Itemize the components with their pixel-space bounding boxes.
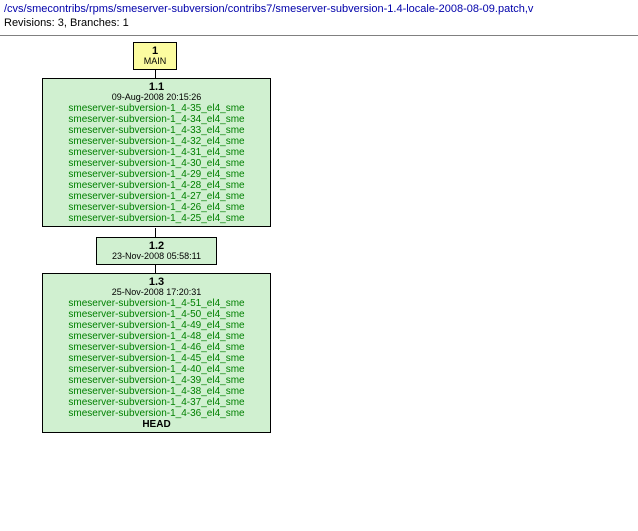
revision-tag: smeserver-subversion-1_4-31_el4_sme: [49, 147, 264, 158]
revision-tag: smeserver-subversion-1_4-40_el4_sme: [49, 364, 264, 375]
revision-summary: Revisions: 3, Branches: 1: [4, 17, 129, 29]
edge: [155, 69, 156, 78]
revision-tag: smeserver-subversion-1_4-49_el4_sme: [49, 320, 264, 331]
revision-tag: smeserver-subversion-1_4-37_el4_sme: [49, 397, 264, 408]
revision-tag: smeserver-subversion-1_4-28_el4_sme: [49, 180, 264, 191]
revision-tag: smeserver-subversion-1_4-34_el4_sme: [49, 114, 264, 125]
revision-tag: smeserver-subversion-1_4-39_el4_sme: [49, 375, 264, 386]
divider: [0, 35, 638, 36]
branch-node-main[interactable]: 1 MAIN: [133, 42, 177, 70]
revision-tag: smeserver-subversion-1_4-30_el4_sme: [49, 158, 264, 169]
branch-number: 1: [140, 45, 170, 57]
revision-tag: smeserver-subversion-1_4-45_el4_sme: [49, 353, 264, 364]
revision-version: 1.3: [49, 276, 264, 288]
revision-tag: smeserver-subversion-1_4-29_el4_sme: [49, 169, 264, 180]
revision-node-1-2[interactable]: 1.2 23-Nov-2008 05:58:11: [96, 237, 217, 265]
revision-date: 23-Nov-2008 05:58:11: [103, 252, 210, 262]
branch-name: MAIN: [140, 57, 170, 67]
revision-node-1-1[interactable]: 1.1 09-Aug-2008 20:15:26 smeserver-subve…: [42, 78, 271, 227]
revision-tag: smeserver-subversion-1_4-33_el4_sme: [49, 125, 264, 136]
revision-tag: smeserver-subversion-1_4-50_el4_sme: [49, 309, 264, 320]
revision-tag: smeserver-subversion-1_4-32_el4_sme: [49, 136, 264, 147]
revision-date: 25-Nov-2008 17:20:31: [49, 288, 264, 298]
revision-tag: smeserver-subversion-1_4-51_el4_sme: [49, 298, 264, 309]
head-label: HEAD: [49, 419, 264, 430]
header: /cvs/smecontribs/rpms/smeserver-subversi…: [0, 0, 638, 33]
revision-version: 1.2: [103, 240, 210, 252]
revision-tag: smeserver-subversion-1_4-48_el4_sme: [49, 331, 264, 342]
edge: [155, 264, 156, 273]
revision-tag: smeserver-subversion-1_4-46_el4_sme: [49, 342, 264, 353]
revision-tag: smeserver-subversion-1_4-35_el4_sme: [49, 103, 264, 114]
revision-date: 09-Aug-2008 20:15:26: [49, 93, 264, 103]
revision-node-1-3[interactable]: 1.3 25-Nov-2008 17:20:31 smeserver-subve…: [42, 273, 271, 433]
graph-canvas: 1 MAIN 1.1 09-Aug-2008 20:15:26 smeserve…: [0, 42, 638, 531]
revision-tag: smeserver-subversion-1_4-38_el4_sme: [49, 386, 264, 397]
file-path: /cvs/smecontribs/rpms/smeserver-subversi…: [4, 3, 533, 15]
edge: [155, 228, 156, 237]
revision-tag: smeserver-subversion-1_4-26_el4_sme: [49, 202, 264, 213]
revision-tag: smeserver-subversion-1_4-27_el4_sme: [49, 191, 264, 202]
revision-tag: smeserver-subversion-1_4-36_el4_sme: [49, 408, 264, 419]
revision-version: 1.1: [49, 81, 264, 93]
revision-tag: smeserver-subversion-1_4-25_el4_sme: [49, 213, 264, 224]
